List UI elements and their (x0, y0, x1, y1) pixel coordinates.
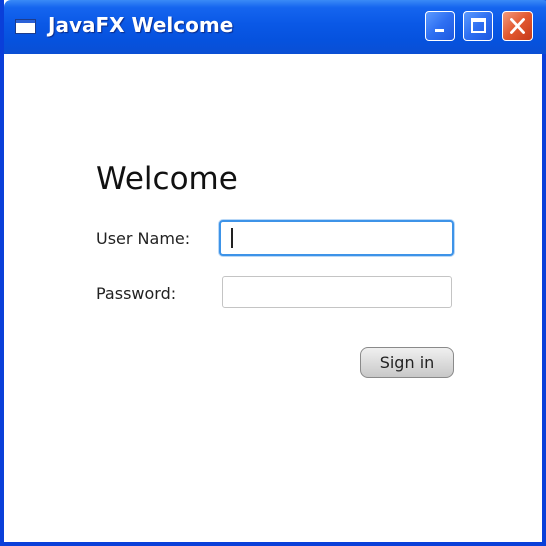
content-pane: Welcome User Name: Password: Sign in (4, 54, 542, 542)
maximize-button[interactable] (463, 11, 493, 41)
password-label: Password: (96, 284, 177, 303)
minimize-icon (435, 29, 444, 32)
minimize-button[interactable] (425, 11, 455, 41)
sign-in-button[interactable]: Sign in (360, 347, 454, 378)
window-icon[interactable] (15, 19, 36, 34)
text-caret (231, 228, 233, 248)
maximize-icon (471, 18, 486, 33)
window-title: JavaFX Welcome (48, 13, 234, 37)
title-bar[interactable]: JavaFX Welcome (4, 0, 546, 54)
close-button[interactable] (502, 11, 533, 41)
password-field[interactable] (222, 276, 452, 308)
username-field[interactable] (219, 220, 454, 256)
username-label: User Name: (96, 229, 191, 248)
welcome-heading: Welcome (96, 161, 238, 197)
close-icon (510, 18, 525, 34)
